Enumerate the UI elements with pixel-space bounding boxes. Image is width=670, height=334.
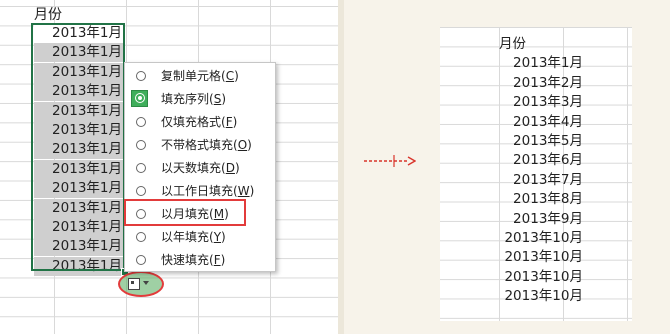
cell[interactable]: 2013年1月: [34, 140, 124, 160]
cell[interactable]: 2013年1月: [34, 62, 124, 82]
cell[interactable]: 2013年5月: [499, 132, 585, 151]
cell[interactable]: 2013年3月: [499, 93, 585, 112]
radio-icon: [136, 209, 146, 219]
chevron-down-icon: [143, 281, 149, 285]
menu-item-fill-without-formatting[interactable]: 不带格式填充(O): [125, 135, 275, 155]
column-header-month[interactable]: 月份: [499, 35, 526, 54]
autofill-options-button[interactable]: [126, 275, 152, 295]
cell[interactable]: 2013年1月: [34, 198, 124, 218]
radio-icon: [136, 117, 146, 127]
menu-item-fill-years[interactable]: 以年填充(Y): [125, 227, 275, 247]
radio-icon: [136, 71, 146, 81]
cell[interactable]: 2013年2月: [499, 74, 585, 93]
cell[interactable]: 2013年1月: [34, 121, 124, 140]
panel-divider: [338, 0, 344, 334]
cell[interactable]: 2013年1月: [34, 82, 124, 102]
cell[interactable]: 2013年10月: [499, 229, 585, 248]
transition-arrow-icon: [364, 155, 416, 167]
cell[interactable]: 2013年1月: [34, 101, 124, 121]
radio-icon: [136, 186, 146, 196]
cell[interactable]: 2013年9月: [499, 210, 585, 229]
cell[interactable]: 2013年1月: [34, 179, 124, 199]
cell[interactable]: 2013年1月: [499, 54, 585, 73]
autofill-options-menu: 复制单元格(C) 填充序列(S) 仅填充格式(F) 不带格式填充(O) 以天数填…: [124, 62, 276, 272]
cell[interactable]: 2013年4月: [499, 113, 585, 132]
cell[interactable]: 2013年10月: [499, 248, 585, 267]
radio-icon: [136, 163, 146, 173]
cell[interactable]: 2013年1月: [34, 43, 124, 63]
menu-item-fill-weekdays[interactable]: 以工作日填充(W): [125, 181, 275, 201]
right-spreadsheet: 月份 2013年1月 2013年2月 2013年3月 2013年4月 2013年…: [440, 27, 632, 321]
cell[interactable]: 2013年7月: [499, 171, 585, 190]
column-header-month[interactable]: 月份: [34, 6, 62, 25]
radio-icon: [136, 232, 146, 242]
menu-item-fill-formatting-only[interactable]: 仅填充格式(F): [125, 112, 275, 132]
menu-item-fill-months[interactable]: 以月填充(M): [125, 204, 275, 224]
cell[interactable]: 2013年8月: [499, 190, 585, 209]
radio-icon: [136, 255, 146, 265]
cell[interactable]: 2013年1月: [34, 256, 124, 276]
cell[interactable]: 2013年10月: [499, 268, 585, 287]
cell[interactable]: 2013年10月: [499, 287, 585, 306]
radio-checked-icon: [135, 93, 145, 103]
cell[interactable]: 2013年1月: [34, 237, 124, 257]
autofill-icon: [128, 278, 140, 290]
menu-item-flash-fill[interactable]: 快速填充(F): [125, 250, 275, 270]
menu-item-fill-series[interactable]: 填充序列(S): [125, 89, 275, 109]
cell[interactable]: 2013年1月: [34, 24, 124, 43]
left-spreadsheet: 月份 2013年1月 2013年1月 2013年1月 2013年1月 2013年…: [0, 0, 338, 334]
cell[interactable]: 2013年1月: [34, 159, 124, 179]
menu-item-copy-cells[interactable]: 复制单元格(C): [125, 66, 275, 86]
cell[interactable]: 2013年6月: [499, 151, 585, 170]
cell[interactable]: 2013年1月: [34, 218, 124, 237]
menu-item-fill-days[interactable]: 以天数填充(D): [125, 158, 275, 178]
radio-icon: [136, 140, 146, 150]
